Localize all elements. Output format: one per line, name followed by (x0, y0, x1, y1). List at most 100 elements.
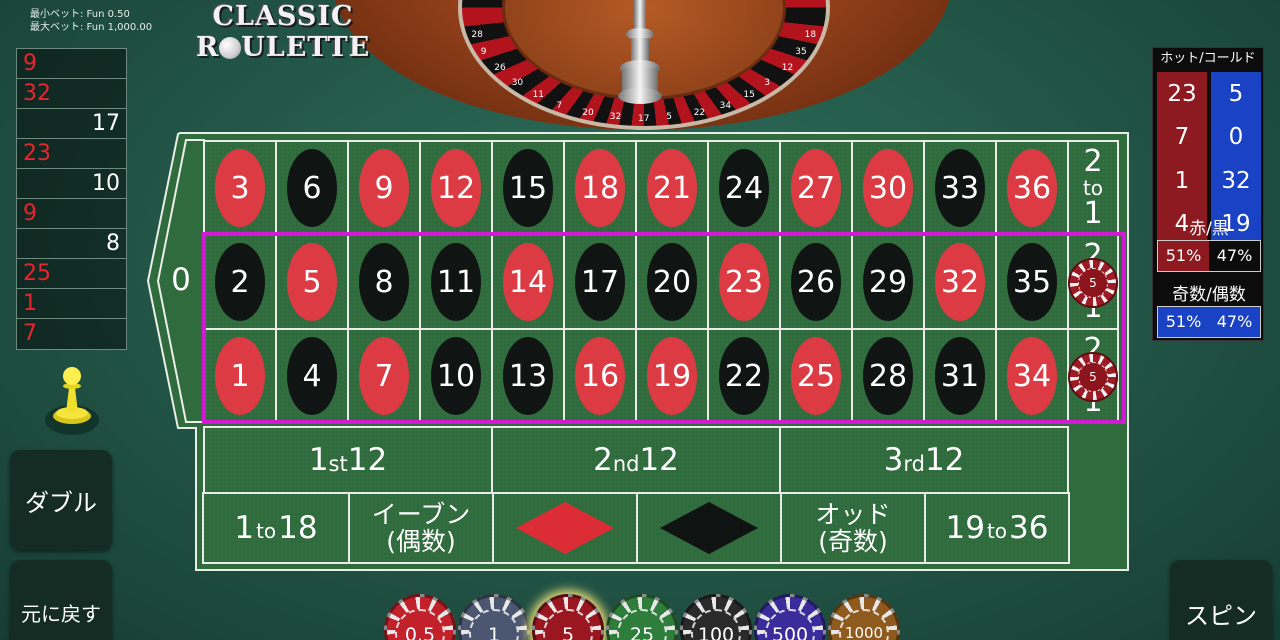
number-cell-27[interactable]: 27 (779, 140, 853, 236)
number-label: 22 (724, 358, 764, 394)
black-diamond-icon (660, 502, 758, 554)
high-19-36-bet[interactable]: 19 to 36 (924, 492, 1070, 564)
low-to: to (256, 519, 277, 543)
number-label: 20 (652, 264, 692, 300)
placed-chip-column-1[interactable]: 5 (1068, 352, 1118, 402)
number-label: 12 (436, 170, 476, 206)
number-cell-36[interactable]: 36 (995, 140, 1069, 236)
number-cell-30[interactable]: 30 (851, 140, 925, 236)
number-cell-17[interactable]: 17 (563, 234, 637, 330)
dozen-text-suf: nd (612, 451, 640, 476)
dozen-bet-2[interactable]: 2nd 12 (491, 426, 781, 494)
chip-value: 5 (543, 609, 593, 640)
number-cell-9[interactable]: 9 (347, 140, 421, 236)
odd-bet[interactable]: オッド (奇数) (780, 492, 926, 564)
even-label-2: (偶数) (386, 527, 456, 556)
number-label: 21 (652, 170, 692, 206)
column-bet-3[interactable]: 2 to 1 (1067, 140, 1119, 236)
number-label: 19 (652, 358, 692, 394)
high-to: to (986, 519, 1008, 543)
low-a: 1 (234, 510, 255, 546)
number-label: 10 (436, 358, 476, 394)
number-label: 33 (940, 170, 980, 206)
number-label: 1 (230, 358, 250, 394)
number-label: 13 (508, 358, 548, 394)
number-cell-14[interactable]: 14 (491, 234, 565, 330)
low-1-18-bet[interactable]: 1 to 18 (202, 492, 350, 564)
number-cell-3[interactable]: 3 (203, 140, 277, 236)
number-cell-18[interactable]: 18 (563, 140, 637, 236)
even-bet[interactable]: イーブン (偶数) (348, 492, 494, 564)
chip-value: 500 (765, 609, 815, 640)
number-label: 3 (230, 170, 250, 206)
number-cell-15[interactable]: 15 (491, 140, 565, 236)
number-label: 8 (374, 264, 394, 300)
dozen-text-suf: st (328, 451, 348, 476)
number-cell-35[interactable]: 35 (995, 234, 1069, 330)
zero-label: 0 (171, 262, 191, 298)
number-cell-20[interactable]: 20 (635, 234, 709, 330)
dozen-bet-3[interactable]: 3rd 12 (779, 426, 1069, 494)
number-cell-33[interactable]: 33 (923, 140, 997, 236)
number-label: 30 (868, 170, 908, 206)
high-b: 36 (1009, 510, 1049, 546)
high-a: 19 (945, 510, 985, 546)
number-label: 16 (580, 358, 620, 394)
number-cell-6[interactable]: 6 (275, 140, 349, 236)
number-cell-26[interactable]: 26 (779, 234, 853, 330)
number-label: 6 (302, 170, 322, 206)
chip-value: 25 (617, 609, 667, 640)
number-cell-11[interactable]: 11 (419, 234, 493, 330)
odd-label-2: (奇数) (818, 527, 888, 556)
number-label: 25 (796, 358, 836, 394)
number-cell-24[interactable]: 24 (707, 140, 781, 236)
column-bet-text-bottom: 1 (1083, 196, 1103, 231)
column-bet-text-top: 2 (1083, 144, 1103, 179)
number-cell-25[interactable]: 25 (779, 328, 853, 424)
number-label: 7 (374, 358, 394, 394)
low-b: 18 (278, 510, 318, 546)
number-cell-8[interactable]: 8 (347, 234, 421, 330)
dozen-label: 2nd 12 (493, 428, 779, 492)
chip-value: 0.5 (395, 609, 445, 640)
number-cell-34[interactable]: 34 (995, 328, 1069, 424)
dozen-text-pre: 3 (883, 442, 904, 478)
number-cell-4[interactable]: 4 (275, 328, 349, 424)
number-label: 24 (724, 170, 764, 206)
number-cell-1[interactable]: 1 (203, 328, 277, 424)
number-cell-13[interactable]: 13 (491, 328, 565, 424)
number-label: 27 (796, 170, 836, 206)
black-bet[interactable] (636, 492, 782, 564)
number-cell-19[interactable]: 19 (635, 328, 709, 424)
number-cell-21[interactable]: 21 (635, 140, 709, 236)
number-cell-2[interactable]: 2 (203, 234, 277, 330)
number-cell-32[interactable]: 32 (923, 234, 997, 330)
number-cell-28[interactable]: 28 (851, 328, 925, 424)
red-diamond-icon (516, 502, 614, 554)
column-bet-label: 2to1 (1069, 142, 1117, 234)
dozen-text-post: 12 (639, 442, 679, 478)
zero-cell[interactable]: 0 (160, 240, 202, 320)
dozen-text-pre: 1 (308, 442, 329, 478)
number-cell-31[interactable]: 31 (923, 328, 997, 424)
number-label: 14 (508, 264, 548, 300)
dozen-bet-1[interactable]: 1st 12 (203, 426, 493, 494)
chip-value: 1000 (839, 609, 889, 640)
chip-value: 100 (691, 609, 741, 640)
number-cell-5[interactable]: 5 (275, 234, 349, 330)
number-cell-22[interactable]: 22 (707, 328, 781, 424)
dozen-text-suf: rd (903, 451, 925, 476)
number-cell-29[interactable]: 29 (851, 234, 925, 330)
red-bet[interactable] (492, 492, 638, 564)
number-label: 32 (940, 264, 980, 300)
dozen-text-pre: 2 (593, 442, 613, 478)
dozen-text-post: 12 (924, 442, 965, 478)
number-cell-7[interactable]: 7 (347, 328, 421, 424)
number-cell-16[interactable]: 16 (563, 328, 637, 424)
number-cell-10[interactable]: 10 (419, 328, 493, 424)
placed-chip-column-2[interactable]: 5 (1068, 258, 1118, 308)
number-cell-12[interactable]: 12 (419, 140, 493, 236)
number-label: 9 (374, 170, 394, 206)
dozen-label: 3rd 12 (781, 428, 1067, 492)
number-cell-23[interactable]: 23 (707, 234, 781, 330)
